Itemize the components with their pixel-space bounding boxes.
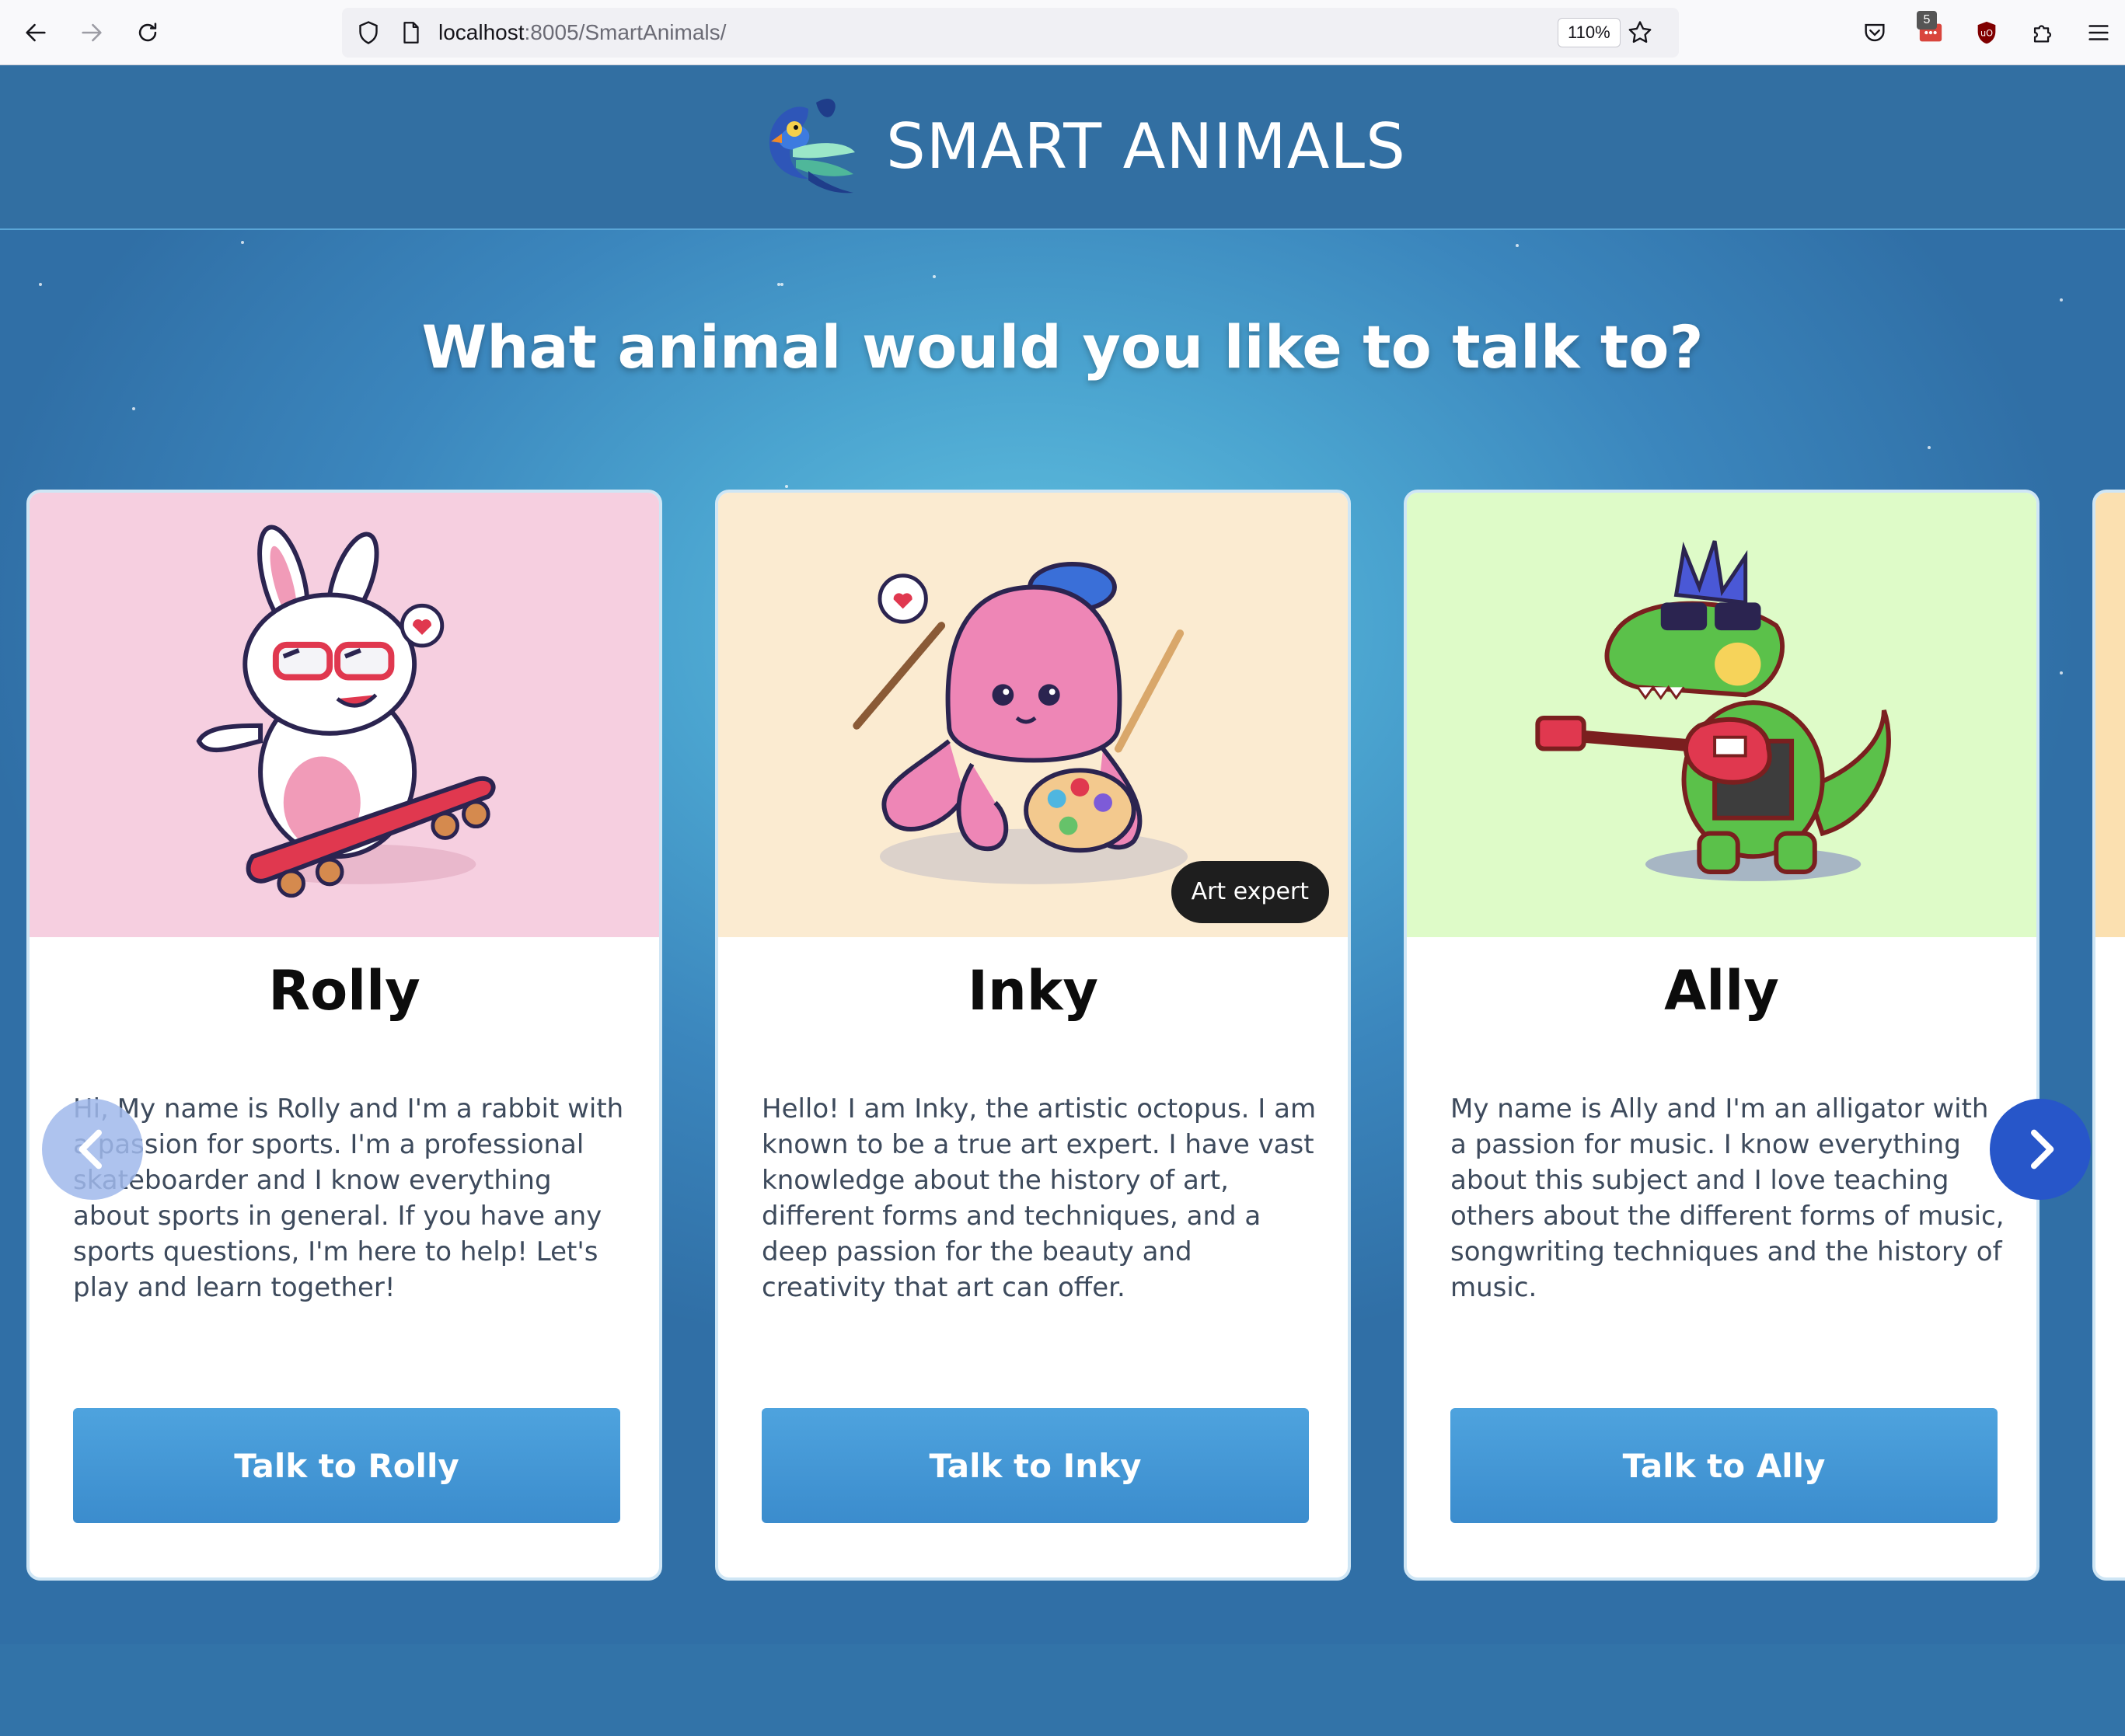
star-decoration bbox=[39, 283, 42, 286]
back-icon[interactable] bbox=[17, 14, 54, 51]
zoom-level[interactable]: 110% bbox=[1558, 18, 1621, 47]
star-decoration bbox=[1516, 244, 1519, 247]
forward-icon[interactable] bbox=[73, 14, 110, 51]
alligator-guitar-icon bbox=[1407, 493, 2036, 937]
card-name: Rolly bbox=[268, 959, 420, 1023]
carousel-prev-button[interactable] bbox=[42, 1099, 143, 1200]
chevron-left-icon bbox=[79, 1129, 102, 1170]
star-decoration bbox=[780, 283, 783, 286]
star-decoration bbox=[2060, 671, 2063, 675]
star-icon[interactable] bbox=[1626, 19, 1654, 47]
page-content: SMART ANIMALS What animal would you like… bbox=[0, 65, 2125, 1736]
rabbit-skateboard-icon bbox=[30, 493, 659, 937]
chevron-right-icon bbox=[2031, 1129, 2054, 1170]
parrot-logo-icon[interactable] bbox=[762, 93, 864, 199]
expert-tag: Art expert bbox=[1171, 861, 1329, 923]
url-host: localhost bbox=[438, 20, 525, 44]
svg-text:uO: uO bbox=[1980, 27, 1993, 38]
card-description: Hi, My name is Rolly and I'm a rabbit wi… bbox=[73, 1093, 624, 1303]
url-text[interactable]: localhost:8005/SmartAnimals/ bbox=[438, 8, 726, 58]
star-decoration bbox=[933, 275, 936, 278]
page-icon bbox=[403, 22, 419, 44]
pocket-icon[interactable] bbox=[1858, 16, 1892, 50]
animal-card-rolly: Rolly Hi, My name is Rolly and I'm a rab… bbox=[26, 490, 662, 1581]
animal-card-inky: Art expert Inky Hello! I am Inky, the ar… bbox=[715, 490, 1351, 1581]
shield-icon[interactable] bbox=[354, 19, 382, 47]
site-title[interactable]: SMART ANIMALS bbox=[886, 110, 1406, 183]
talk-to-rolly-button[interactable]: Talk to Rolly bbox=[73, 1408, 620, 1523]
menu-icon[interactable] bbox=[2081, 16, 2116, 50]
animal-card-partial bbox=[2092, 490, 2125, 1581]
card-description: Hello! I am Inky, the artistic octopus. … bbox=[762, 1093, 1317, 1303]
star-decoration bbox=[2060, 298, 2063, 302]
card-name: Ally bbox=[1664, 959, 1779, 1023]
talk-to-inky-button[interactable]: Talk to Inky bbox=[762, 1408, 1309, 1523]
star-decoration bbox=[1928, 446, 1931, 449]
url-bar[interactable]: localhost:8005/SmartAnimals/ 110% bbox=[342, 8, 1679, 58]
star-decoration bbox=[241, 241, 244, 244]
url-path: :8005/SmartAnimals/ bbox=[524, 20, 727, 44]
ublock-icon[interactable]: uO bbox=[1970, 16, 2004, 50]
page-footer-band bbox=[0, 1644, 2125, 1736]
talk-to-ally-button[interactable]: Talk to Ally bbox=[1450, 1408, 1998, 1523]
reload-icon[interactable] bbox=[129, 14, 166, 51]
card-image-partial bbox=[2095, 493, 2125, 937]
puzzle-icon[interactable] bbox=[2026, 16, 2060, 50]
card-name: Inky bbox=[967, 959, 1099, 1023]
animal-card-ally: Ally My name is Ally and I'm an alligato… bbox=[1404, 490, 2040, 1581]
card-description: My name is Ally and I'm an alligator wit… bbox=[1450, 1093, 2005, 1303]
extension-badge: 5 bbox=[1917, 11, 1937, 30]
star-decoration bbox=[132, 407, 135, 410]
carousel-next-button[interactable] bbox=[1990, 1099, 2091, 1200]
star-decoration bbox=[785, 485, 788, 488]
site-header: SMART ANIMALS bbox=[0, 65, 2125, 230]
browser-toolbar: localhost:8005/SmartAnimals/ 110% 5 uO bbox=[0, 0, 2125, 65]
page-headline: What animal would you like to talk to? bbox=[421, 312, 1704, 382]
